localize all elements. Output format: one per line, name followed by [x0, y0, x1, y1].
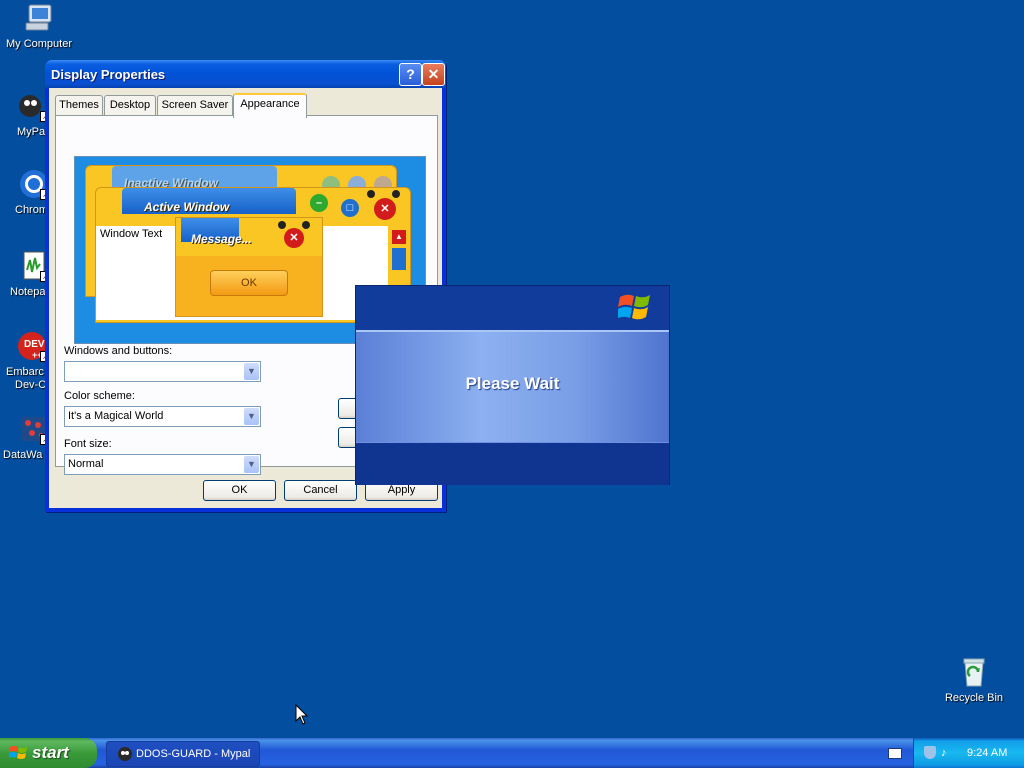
windows-logo-icon: [9, 746, 27, 759]
preview-window-text: Window Text: [100, 228, 163, 240]
preview-ok-button: OK: [210, 270, 288, 296]
recycle-bin-icon: [958, 656, 990, 688]
font-size-value: Normal: [68, 458, 104, 470]
ok-button[interactable]: OK: [203, 480, 276, 501]
ear-right-icon: [392, 190, 400, 198]
close-icon: ✕: [374, 198, 396, 220]
taskbar-task-mypal[interactable]: DDOS-GUARD - Mypal: [106, 741, 260, 767]
font-size-select[interactable]: Normal ▼: [64, 454, 261, 475]
help-button[interactable]: ?: [399, 63, 422, 86]
tab-screen-saver[interactable]: Screen Saver: [157, 95, 233, 115]
windows-logo-icon: [618, 294, 650, 320]
ear-right-icon: [302, 221, 310, 229]
volume-icon[interactable]: ♪: [941, 747, 953, 759]
desktop-icon-label: DataWa: [3, 449, 43, 461]
tray-clock[interactable]: 9:24 AM: [967, 747, 1007, 759]
start-button[interactable]: start: [0, 738, 97, 768]
close-icon: ✕: [427, 66, 440, 82]
cancel-button[interactable]: Cancel: [284, 480, 357, 501]
desktop-icon-mypal[interactable]: ↗ MyPa: [0, 90, 50, 139]
desktop-icon-my-computer[interactable]: My Computer: [0, 2, 79, 51]
desktop-icon-label-line2: Dev-C: [15, 379, 47, 391]
cancel-label: Cancel: [303, 484, 338, 496]
color-scheme-value: It's a Magical World: [68, 410, 164, 422]
desktop-icon-label: Chrom: [15, 204, 49, 216]
mypal-icon: [118, 747, 132, 761]
color-scheme-select[interactable]: It's a Magical World ▼: [64, 406, 261, 427]
apply-label: Apply: [387, 484, 416, 496]
ear-left-icon: [278, 221, 286, 229]
close-button[interactable]: ✕: [422, 63, 445, 86]
desktop-icon-chrome[interactable]: ↗ Chrom: [0, 168, 50, 217]
mouse-cursor-icon: [295, 704, 309, 725]
task-label: DDOS-GUARD - Mypal: [136, 748, 251, 760]
font-size-label: Font size:: [64, 438, 112, 450]
tab-themes[interactable]: Themes: [55, 95, 103, 115]
scroll-thumb: [392, 248, 406, 270]
preview-active-title: Active Window: [144, 200, 230, 214]
tab-label: Themes: [59, 99, 99, 111]
preview-message-box: Message... ✕ OK: [175, 217, 323, 317]
system-tray: ♪ 9:24 AM: [913, 738, 1024, 768]
desktop-icon-label: MyPa: [17, 126, 46, 138]
windows-buttons-label: Windows and buttons:: [64, 345, 173, 357]
desktop-icon-datawave[interactable]: ↗ DataWa: [0, 413, 50, 462]
scroll-up-icon: ▲: [392, 230, 406, 244]
taskbar: start DDOS-GUARD - Mypal ♪ 9:24 AM: [0, 738, 1024, 768]
preview-message-title: Message...: [191, 232, 252, 246]
keyboard-icon[interactable]: [888, 748, 902, 759]
windows-buttons-select[interactable]: ▼: [64, 361, 261, 382]
desktop-icon-label: Embarc: [6, 366, 44, 378]
tab-label: Appearance: [240, 98, 300, 110]
please-wait-footer: [356, 442, 669, 485]
my-computer-icon: [23, 2, 55, 34]
svg-text:DEV: DEV: [24, 339, 45, 350]
chevron-down-icon[interactable]: ▼: [244, 363, 259, 380]
desktop-icon-label: Recycle Bin: [944, 692, 1004, 704]
security-shield-icon[interactable]: [924, 746, 936, 759]
ear-left-icon: [367, 190, 375, 198]
help-icon: ?: [406, 66, 415, 82]
tab-appearance[interactable]: Appearance: [233, 93, 307, 118]
window-titlebar[interactable]: Display Properties ? ✕: [45, 60, 446, 88]
chevron-down-icon[interactable]: ▼: [244, 456, 259, 473]
tab-desktop[interactable]: Desktop: [104, 95, 156, 115]
desktop-icon-notepad[interactable]: ↗ Notepa: [0, 250, 50, 299]
close-icon: ✕: [284, 228, 304, 248]
desktop-icon-devcpp[interactable]: DEV ++ ↗ Embarc Dev-C: [0, 330, 50, 392]
color-scheme-label: Color scheme:: [64, 390, 135, 402]
maximize-icon: □: [341, 199, 359, 217]
please-wait-header: [356, 286, 669, 330]
tab-label: Desktop: [109, 99, 151, 111]
start-label: start: [32, 743, 69, 762]
desktop-icon-label: Notepa: [10, 286, 46, 298]
chevron-down-icon[interactable]: ▼: [244, 408, 259, 425]
please-wait-text: Please Wait: [465, 374, 560, 393]
preview-ok-label: OK: [241, 277, 257, 289]
please-wait-dialog: Please Wait: [355, 285, 670, 485]
desktop-icon-recycle-bin[interactable]: Recycle Bin: [934, 656, 1014, 705]
tab-label: Screen Saver: [161, 99, 229, 111]
ok-label: OK: [231, 484, 248, 496]
window-title: Display Properties: [51, 67, 166, 82]
minimize-icon: –: [310, 194, 328, 212]
desktop-icon-label: My Computer: [5, 38, 73, 50]
